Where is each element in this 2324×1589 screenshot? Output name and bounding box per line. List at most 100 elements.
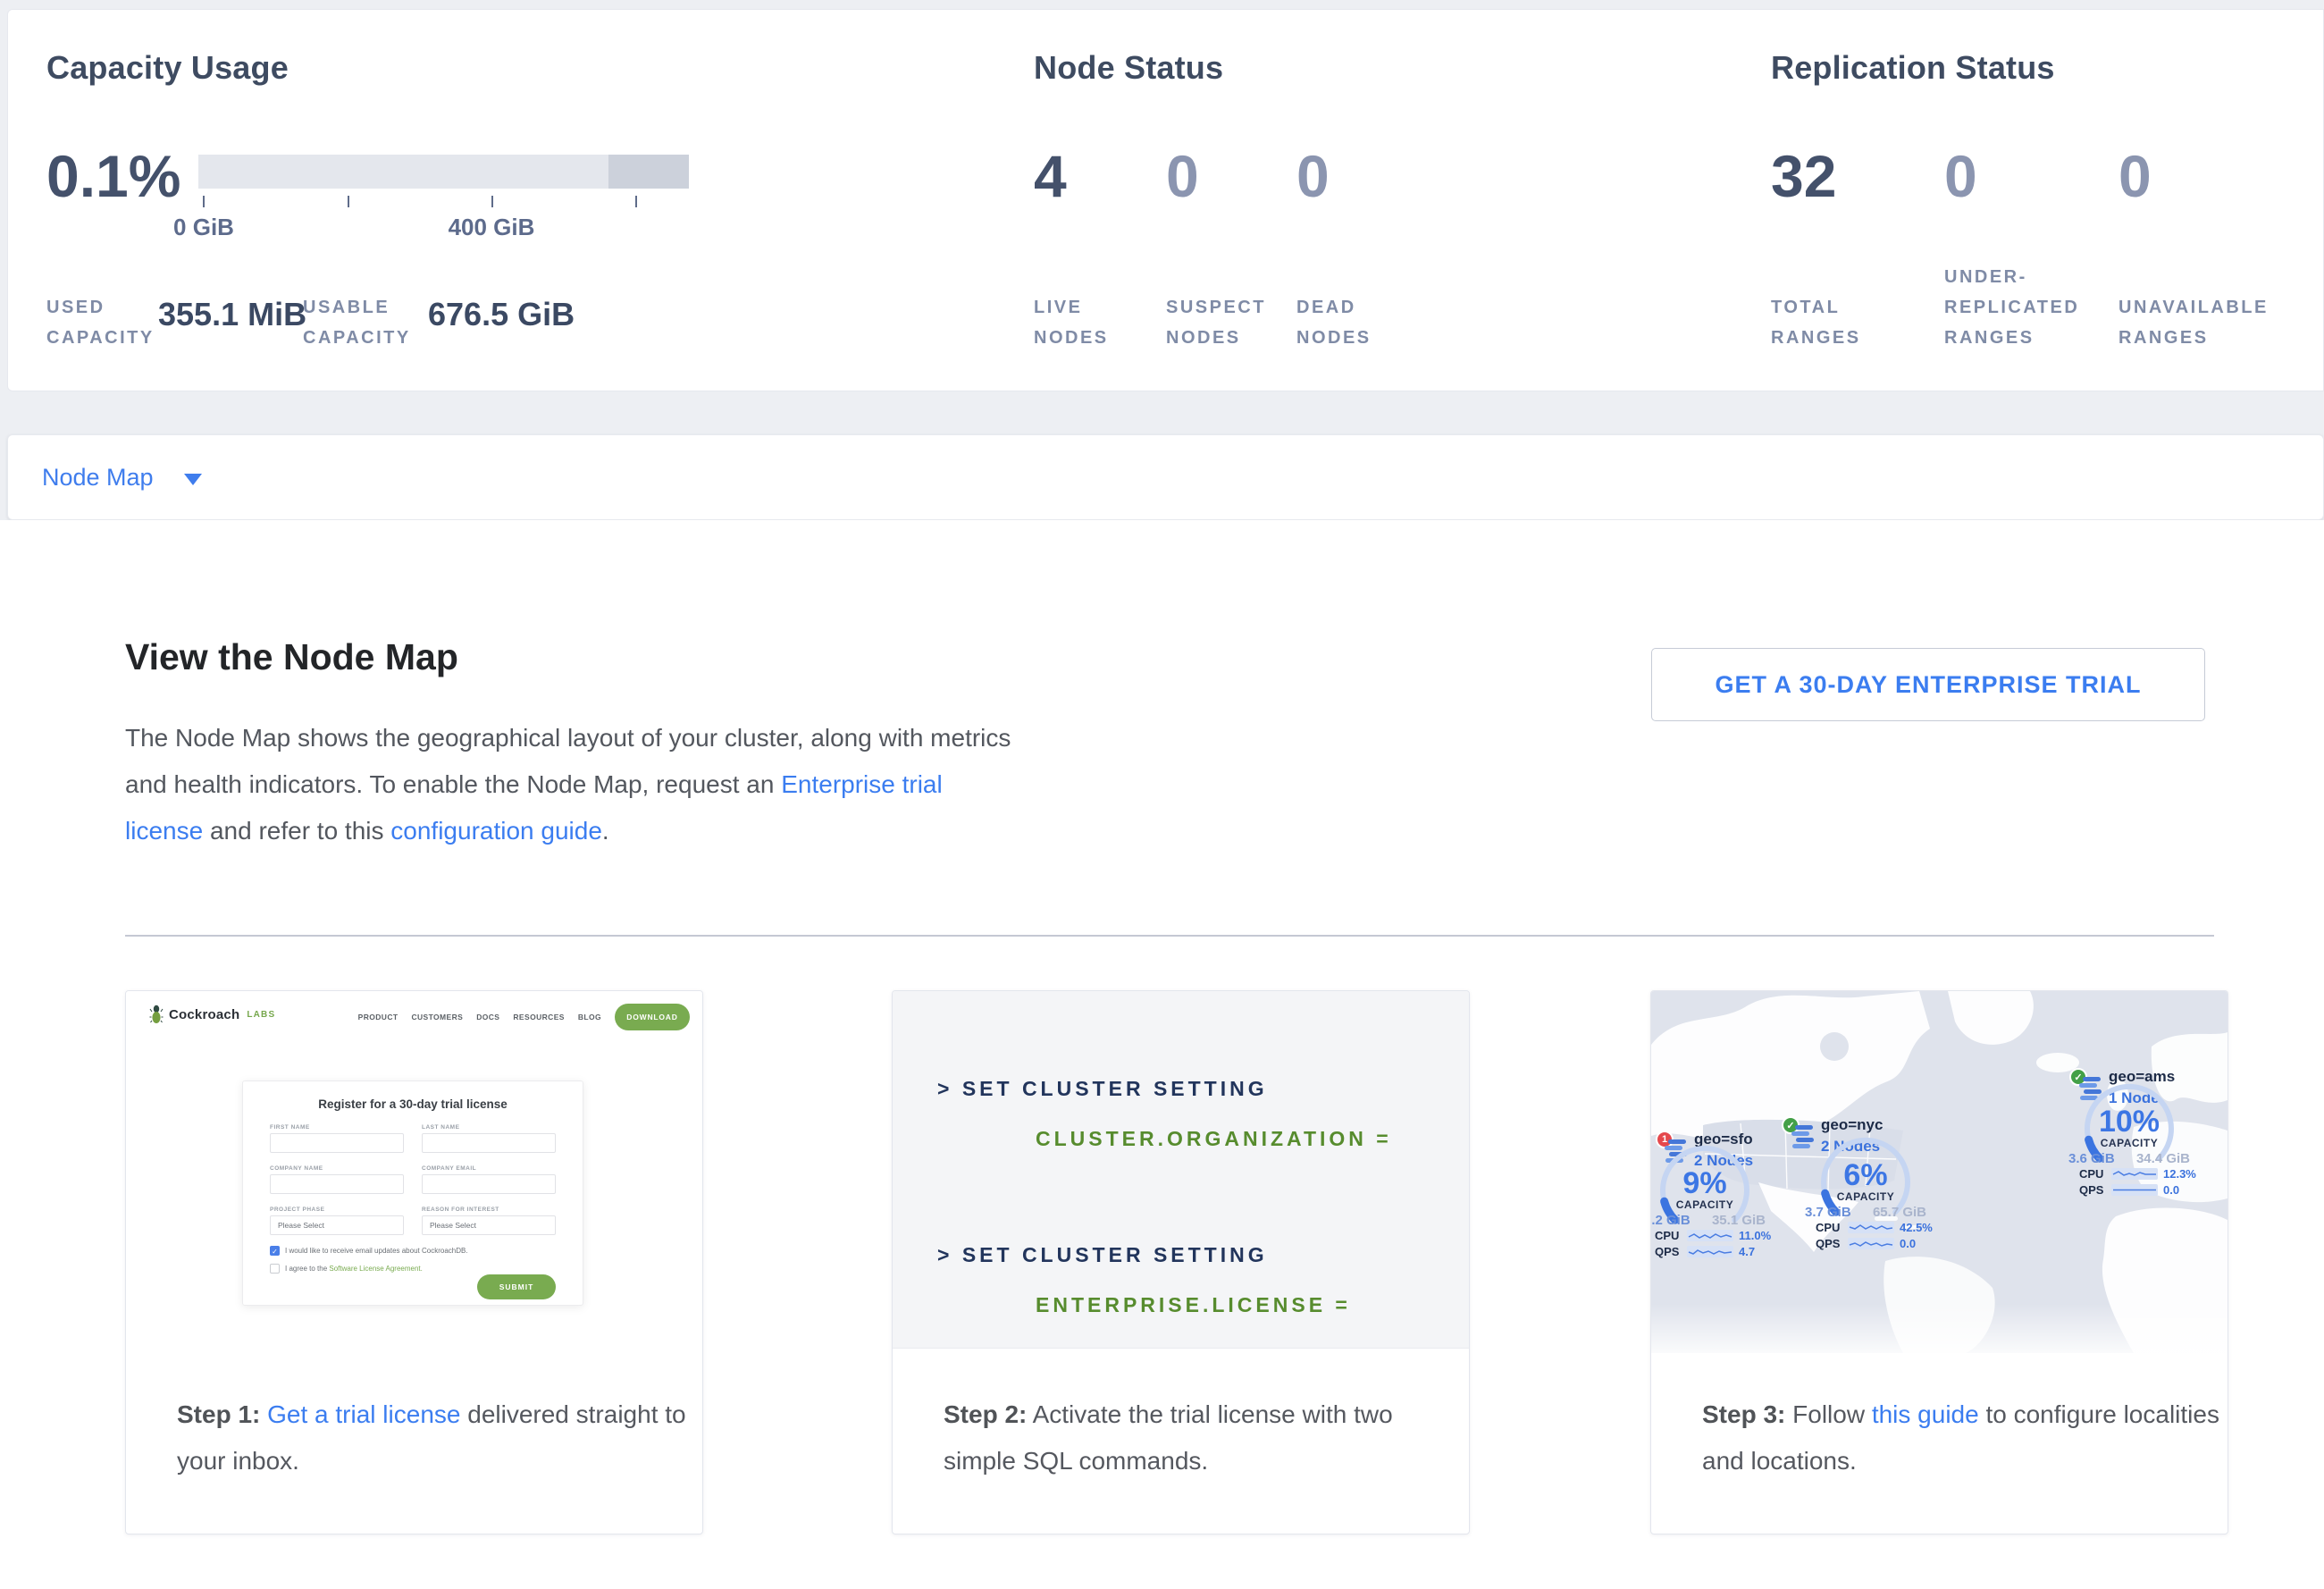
replication-status-title: Replication Status	[1771, 49, 2055, 87]
form-title: Register for a 30-day trial license	[243, 1097, 583, 1111]
step3-caption: Step 3: Follow this guide to configure l…	[1702, 1391, 2220, 1484]
sql-prompt-line: > SET CLUSTER SETTING	[937, 1077, 1268, 1101]
step2-caption: Step 2: Activate the trial license with …	[944, 1391, 1462, 1484]
used-gib: 3.2 GiB	[1650, 1213, 1691, 1228]
cpu-row: CPU 11.0%	[1655, 1229, 1780, 1241]
registration-page-thumbnail: Cockroach LABS PRODUCT CUSTOMERS DOCS RE…	[126, 991, 702, 1333]
divider	[125, 935, 2214, 937]
capacity-range: 3.2 GiB 35.1 GiB	[1650, 1213, 1766, 1228]
qps-label: QPS	[1655, 1245, 1687, 1258]
company-name-input	[270, 1174, 404, 1194]
company-email-input	[422, 1174, 556, 1194]
capacity-percent: 6%	[1810, 1158, 1921, 1193]
suspect-nodes-value: 0	[1166, 142, 1199, 210]
get-trial-license-link[interactable]: Get a trial license	[267, 1400, 460, 1428]
capacity-range: 3.6 GiB 34.4 GiB	[2068, 1151, 2190, 1166]
last-name-input	[422, 1133, 556, 1153]
capacity-tick	[491, 196, 493, 207]
total-ranges-value: 32	[1771, 142, 1836, 210]
live-nodes-value: 4	[1034, 142, 1067, 210]
nav-item: RESOURCES	[513, 1013, 564, 1022]
cpu-label: CPU	[1816, 1221, 1848, 1234]
total-ranges-label: TOTAL RANGES	[1771, 292, 1878, 353]
qps-row: QPS 4.7	[1655, 1245, 1780, 1257]
this-guide-link[interactable]: this guide	[1872, 1400, 1979, 1428]
cpu-sparkline	[2111, 1168, 2158, 1180]
node-map-dropdown[interactable]: Node Map	[7, 434, 2324, 520]
license-agreement-checkbox-row: I agree to the Software License Agreemen…	[270, 1264, 423, 1274]
capacity-percent: 9%	[1650, 1166, 1760, 1201]
intro-text: and refer to this	[203, 817, 390, 845]
sql-setting-line: CLUSTER.ORGANIZATION =	[1036, 1127, 1392, 1151]
sql-prompt-line: > SET CLUSTER SETTING	[937, 1243, 1268, 1267]
total-gib: 65.7 GiB	[1873, 1205, 1926, 1220]
first-name-input	[270, 1133, 404, 1153]
cockroach-icon	[149, 1005, 164, 1024]
used-capacity-value: 355.1 MiB	[158, 296, 306, 333]
total-gib: 35.1 GiB	[1712, 1213, 1766, 1228]
cpu-sparkline	[1848, 1222, 1894, 1233]
live-nodes-label: LIVE NODES	[1034, 292, 1132, 353]
capacity-tick	[348, 196, 349, 207]
cockroachlabs-logo: Cockroach LABS	[149, 1005, 275, 1024]
step-number: Step 1:	[177, 1400, 260, 1428]
trial-license-form: Register for a 30-day trial license FIRS…	[242, 1080, 583, 1306]
node-map-info-section: View the Node Map The Node Map shows the…	[0, 520, 2324, 1589]
agree-text: I agree to the	[285, 1265, 329, 1273]
used-gib: 3.6 GiB	[2068, 1151, 2115, 1166]
used-gib: 3.7 GiB	[1805, 1205, 1851, 1220]
intro-paragraph: The Node Map shows the geographical layo…	[125, 715, 1019, 854]
cpu-label: CPU	[2079, 1167, 2111, 1181]
mini-site-header: Cockroach LABS PRODUCT CUSTOMERS DOCS RE…	[126, 991, 702, 1043]
email-updates-checkbox-row: ✓ I would like to receive email updates …	[270, 1246, 468, 1256]
step2-card: > SET CLUSTER SETTING CLUSTER.ORGANIZATI…	[892, 990, 1470, 1534]
mini-site-nav: PRODUCT CUSTOMERS DOCS RESOURCES BLOG DO…	[358, 1004, 690, 1030]
step-text	[260, 1400, 267, 1428]
nav-item: CUSTOMERS	[411, 1013, 463, 1022]
qps-value: 0.0	[1900, 1237, 1916, 1250]
capacity-tick	[203, 196, 205, 207]
step-number: Step 3:	[1702, 1400, 1785, 1428]
company-email-label: COMPANY EMAIL	[422, 1165, 476, 1172]
suspect-nodes-label: SUSPECT NODES	[1166, 292, 1287, 353]
dead-nodes-label: DEAD NODES	[1296, 292, 1395, 353]
sql-commands-panel: > SET CLUSTER SETTING CLUSTER.ORGANIZATI…	[893, 991, 1469, 1349]
capacity-tick	[635, 196, 637, 207]
get-enterprise-trial-button[interactable]: GET A 30-DAY ENTERPRISE TRIAL	[1651, 648, 2205, 721]
cpu-value: 42.5%	[1900, 1221, 1933, 1234]
qps-value: 0.0	[2163, 1183, 2179, 1197]
section-gap	[0, 391, 2324, 434]
first-name-label: FIRST NAME	[270, 1124, 310, 1131]
cpu-row: CPU 42.5%	[1816, 1221, 1941, 1233]
usable-capacity-value: 676.5 GiB	[428, 296, 575, 333]
capacity-bar	[198, 155, 689, 189]
usable-capacity-label: USABLE CAPACITY	[303, 292, 419, 353]
step3-card: 1 geo=sfo 2 Nodes 9% CAPACITY 3.2 GiB 35…	[1650, 990, 2228, 1534]
capacity-percent: 10%	[2074, 1105, 2185, 1139]
qps-label: QPS	[1816, 1237, 1848, 1250]
qps-row: QPS 0.0	[1816, 1237, 1941, 1249]
under-replicated-label: UNDER-REPLICATED RANGES	[1944, 262, 2110, 353]
sql-setting-line: ENTERPRISE.LICENSE =	[1036, 1293, 1351, 1317]
dead-nodes-value: 0	[1296, 142, 1330, 210]
software-license-link: Software License Agreement.	[329, 1265, 423, 1273]
brand-text: Cockroach	[169, 1007, 239, 1022]
cpu-label: CPU	[1655, 1229, 1687, 1242]
qps-row: QPS 0.0	[2079, 1183, 2204, 1196]
nav-item: DOCS	[476, 1013, 499, 1022]
capacity-usage-title: Capacity Usage	[46, 49, 289, 87]
qps-value: 4.7	[1739, 1245, 1755, 1258]
capacity-tick-label: 0 GiB	[132, 214, 275, 241]
reason-label: REASON FOR INTEREST	[422, 1206, 499, 1213]
license-agreement-text: I agree to the Software License Agreemen…	[285, 1265, 423, 1273]
step1-caption: Step 1: Get a trial license delivered st…	[177, 1391, 695, 1484]
project-phase-label: PROJECT PHASE	[270, 1206, 324, 1213]
checkbox-empty-icon	[270, 1264, 280, 1274]
configuration-guide-link[interactable]: configuration guide	[390, 817, 602, 845]
company-name-label: COMPANY NAME	[270, 1165, 323, 1172]
capacity-label: CAPACITY	[2074, 1137, 2185, 1149]
under-replicated-value: 0	[1944, 142, 1977, 210]
project-phase-select: Please Select	[270, 1215, 404, 1235]
nav-item: BLOG	[578, 1013, 601, 1022]
chevron-down-icon	[184, 474, 202, 485]
